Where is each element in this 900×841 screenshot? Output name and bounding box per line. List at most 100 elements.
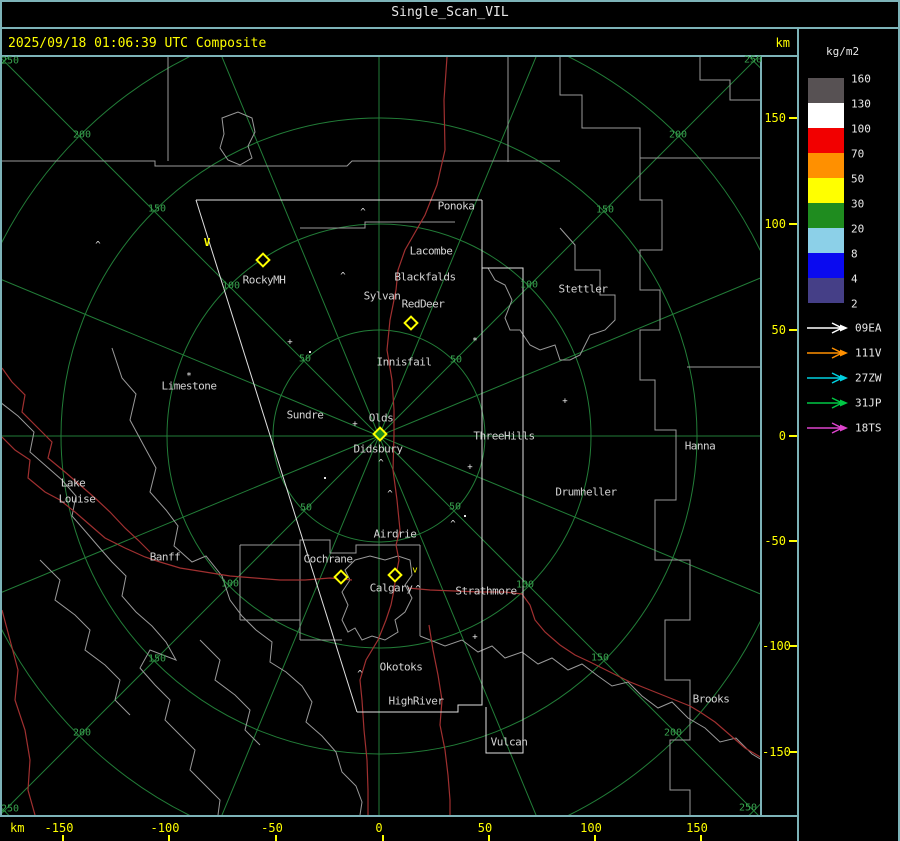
ring-distance-label: 150 [595, 204, 615, 216]
ring-distance-label: 100 [519, 279, 539, 291]
ring-distance-label: 150 [147, 653, 167, 665]
town-marker: ^ [340, 271, 346, 282]
bottom-axis-unit-label: km [10, 821, 25, 835]
colorbar-swatch [808, 178, 844, 203]
town-marker: ^ [415, 584, 421, 595]
radar-site-id: 09EA [855, 321, 882, 335]
bottom-axis-label: -50 [261, 821, 283, 835]
bottom-axis-tick [275, 835, 277, 841]
city-label-reddeer: RedDeer [401, 297, 445, 311]
right-axis-label: 100 [764, 217, 786, 231]
ring-distance-label: 200 [72, 129, 92, 141]
city-label-lake: Lake [60, 476, 86, 490]
ring-distance-label: 200 [72, 727, 92, 739]
radar-site-arrow-icon [807, 422, 848, 434]
city-label-sundre: Sundre [286, 408, 324, 422]
radar-map-canvas [2, 57, 760, 815]
city-label-stettler: Stettler [558, 282, 608, 296]
colorbar-tick-label: 130 [851, 97, 871, 111]
colorbar-swatch [808, 153, 844, 178]
radar-site-arrow-icon [807, 322, 848, 334]
town-marker: ^ [387, 489, 393, 500]
colorbar-tick-label: 160 [851, 72, 871, 86]
bottom-axis-tick [62, 835, 64, 841]
azimuth-radial [378, 435, 760, 595]
ring-distance-label: 100 [221, 280, 241, 292]
city-label-cochrane: Cochrane [303, 552, 353, 566]
right-axis-label: 50 [771, 323, 786, 337]
city-label-innisfail: Innisfail [376, 355, 432, 369]
ring-distance-label: 50 [298, 353, 312, 365]
azimuth-radial [2, 279, 380, 437]
bottom-axis-tick [594, 835, 596, 841]
town-marker: ^ [95, 240, 101, 251]
storm-motion-arrow: v [412, 565, 418, 576]
azimuth-radial [2, 435, 380, 814]
radar-site-arrow-icon [807, 372, 848, 384]
ring-distance-label: 50 [448, 501, 462, 513]
town-marker [309, 351, 311, 353]
colorbar-tick-label: 70 [851, 147, 865, 161]
radar-site-id: 18TS [855, 421, 882, 435]
radar-site-id: 27ZW [855, 371, 882, 385]
colorbar-tick-label: 4 [851, 272, 858, 286]
colorbar-swatch [808, 128, 844, 153]
city-label-olds: Olds [368, 411, 394, 425]
radar-site-id: 31JP [855, 396, 882, 410]
city-label-calgary: Calgary [369, 581, 413, 595]
town-marker: ^ [357, 669, 363, 680]
city-label-banff: Banff [149, 550, 181, 564]
colorbar-tick-label: 8 [851, 247, 858, 261]
right-axis-tick [789, 329, 797, 331]
town-marker: + [562, 396, 568, 407]
bottom-axis-tick [168, 835, 170, 841]
city-label-strathmore: Strathmore [455, 584, 517, 598]
ring-distance-label: 250 [0, 55, 20, 67]
bottom-axis-label: 100 [580, 821, 602, 835]
town-marker: * [472, 336, 478, 347]
town-marker [324, 477, 326, 479]
city-label-sylvan: Sylvan [363, 289, 401, 303]
city-label-okotoks: Okotoks [379, 660, 423, 674]
colorbar-swatch [808, 228, 844, 253]
ring-distance-label: 150 [590, 652, 610, 664]
radar-site-id: 111V [855, 346, 882, 360]
radar-viewer-window: Single_Scan_VIL 2025/09/18 01:06:39 UTC … [0, 0, 900, 841]
colorbar-tick-label: 2 [851, 297, 858, 311]
colorbar-swatch [808, 253, 844, 278]
town-marker: + [472, 632, 478, 643]
town-marker: ^ [450, 519, 456, 530]
ring-distance-label: 250 [0, 803, 20, 815]
town-marker: + [287, 337, 293, 348]
colorbar-tick-label: 20 [851, 222, 865, 236]
right-axis-tick [789, 223, 797, 225]
city-label-hanna: Hanna [684, 439, 716, 453]
town-marker [464, 515, 466, 517]
colorbar-tick-label: 50 [851, 172, 865, 186]
bottom-axis-label: -150 [44, 821, 74, 835]
town-marker: ^ [360, 207, 366, 218]
ring-distance-label: 200 [668, 129, 688, 141]
city-label-vulcan: Vulcan [490, 735, 528, 749]
ring-distance-label: 150 [147, 203, 167, 215]
right-axis-label: -50 [764, 534, 786, 548]
bottom-axis-label: 150 [686, 821, 708, 835]
city-label-lacombe: Lacombe [409, 244, 453, 258]
right-axis-label: 150 [764, 111, 786, 125]
city-label-brooks: Brooks [692, 692, 730, 706]
colorbar-swatch [808, 278, 844, 303]
colorbar-swatch [808, 203, 844, 228]
ring-distance-label: 250 [743, 54, 763, 66]
town-marker: + [352, 419, 358, 430]
city-label-drumheller: Drumheller [555, 485, 617, 499]
range-rings-group [2, 57, 760, 815]
azimuth-radial [378, 57, 537, 437]
town-marker: + [467, 462, 473, 473]
right-axis-label: -150 [762, 745, 791, 759]
right-axis-label: 0 [778, 429, 786, 443]
city-label-airdrie: Airdrie [373, 527, 417, 541]
bottom-axis-label: -100 [150, 821, 180, 835]
city-label-didsbury: Didsbury [353, 442, 403, 456]
bottom-axis-tick [700, 835, 702, 841]
right-axis-tick [789, 645, 797, 647]
